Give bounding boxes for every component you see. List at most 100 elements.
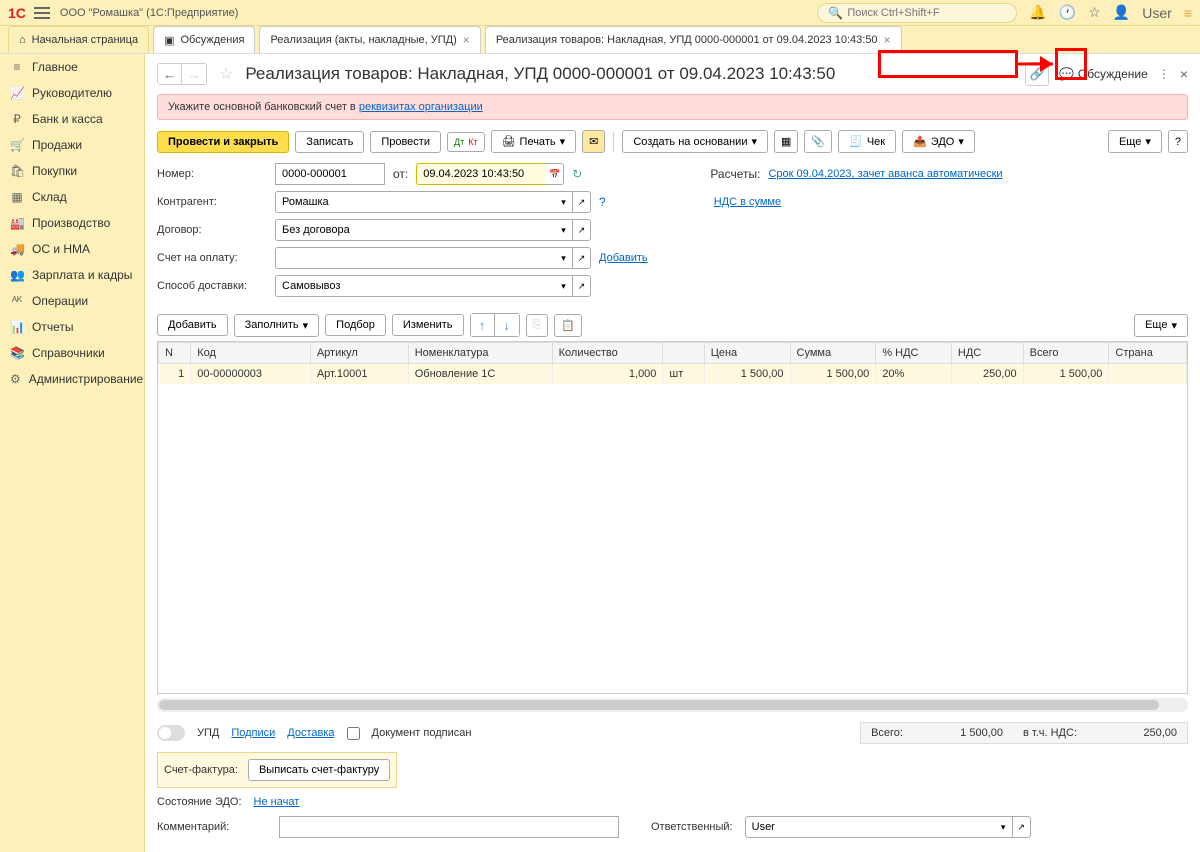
calendar-icon[interactable]: 📅: [546, 163, 564, 185]
mail-button[interactable]: ✉: [582, 130, 605, 153]
close-icon[interactable]: ×: [1180, 66, 1188, 82]
contract-input[interactable]: [275, 219, 555, 241]
sidebar-item[interactable]: 🛍Покупки: [0, 158, 144, 184]
edo-button[interactable]: 📤ЭДО ▾: [902, 130, 975, 153]
column-header[interactable]: Сумма: [790, 343, 876, 364]
favorite-icon[interactable]: ☆: [219, 64, 233, 84]
forward-button[interactable]: →: [182, 64, 206, 84]
dropdown-icon[interactable]: ▾: [555, 219, 573, 241]
tab-realizations[interactable]: Реализация (акты, накладные, УПД) ×: [259, 26, 480, 53]
column-header[interactable]: НДС: [951, 343, 1023, 364]
dropdown-icon[interactable]: ▾: [555, 247, 573, 269]
column-header[interactable]: Номенклатура: [408, 343, 552, 364]
tab-discussions[interactable]: ▣ Обсуждения: [153, 26, 255, 53]
nds-link[interactable]: НДС в сумме: [714, 196, 781, 208]
dropdown-icon[interactable]: ▾: [555, 191, 573, 213]
create-based-button[interactable]: Создать на основании ▾: [622, 130, 768, 153]
change-button[interactable]: Изменить: [392, 314, 464, 336]
tab-home[interactable]: ⌂ Начальная страница: [8, 26, 149, 53]
open-icon[interactable]: ↗: [573, 275, 591, 297]
open-icon[interactable]: ↗: [1013, 816, 1031, 838]
open-icon[interactable]: ↗: [573, 191, 591, 213]
signed-checkbox[interactable]: [347, 727, 360, 740]
move-up-button[interactable]: ↑: [471, 314, 495, 336]
user-name[interactable]: User: [1142, 5, 1172, 21]
sidebar-item[interactable]: ⚙Администрирование: [0, 366, 144, 392]
delivery-input[interactable]: [275, 275, 555, 297]
dropdown-icon[interactable]: ▾: [995, 816, 1013, 838]
move-down-button[interactable]: ↓: [495, 314, 519, 336]
calc-link[interactable]: Срок 09.04.2023, зачет аванса автоматиче…: [768, 168, 1002, 180]
sidebar-item[interactable]: 🛒Продажи: [0, 132, 144, 158]
sidebar-item[interactable]: 🚚ОС и НМА: [0, 236, 144, 262]
attach-button[interactable]: 📎: [804, 130, 832, 153]
signs-link[interactable]: Подписи: [231, 727, 275, 739]
search-input[interactable]: [847, 7, 1006, 19]
pick-button[interactable]: Подбор: [325, 314, 386, 336]
fill-button[interactable]: Заполнить ▾: [234, 314, 320, 337]
responsible-input[interactable]: [745, 816, 995, 838]
bell-icon[interactable]: 🔔: [1029, 4, 1046, 21]
history-icon[interactable]: 🕐: [1059, 4, 1076, 21]
horizontal-scrollbar[interactable]: [157, 698, 1188, 712]
sidebar-item[interactable]: ₽Банк и касса: [0, 106, 144, 132]
menu-icon[interactable]: ≡: [1184, 5, 1192, 21]
column-header[interactable]: Цена: [704, 343, 790, 364]
menu-icon[interactable]: [34, 7, 50, 19]
contragent-input[interactable]: [275, 191, 555, 213]
table-more-button[interactable]: Еще ▾: [1134, 314, 1188, 337]
column-header[interactable]: % НДС: [876, 343, 952, 364]
sidebar-item[interactable]: ▦Склад: [0, 184, 144, 210]
add-row-button[interactable]: Добавить: [157, 314, 228, 336]
post-close-button[interactable]: Провести и закрыть: [157, 131, 289, 153]
invoice-add-link[interactable]: Добавить: [599, 252, 648, 264]
warning-link[interactable]: реквизитах организации: [359, 101, 483, 113]
sidebar-item[interactable]: 📈Руководителю: [0, 80, 144, 106]
paste-button[interactable]: 📋: [554, 314, 582, 337]
column-header[interactable]: N: [159, 343, 191, 364]
column-header[interactable]: Артикул: [310, 343, 408, 364]
back-button[interactable]: ←: [158, 64, 182, 84]
user-icon[interactable]: 👤: [1113, 4, 1130, 21]
sidebar-item[interactable]: 🏭Производство: [0, 210, 144, 236]
comment-input[interactable]: [279, 816, 619, 838]
delivery-link[interactable]: Доставка: [287, 727, 334, 739]
more-icon[interactable]: ⋮: [1158, 67, 1170, 81]
info-icon[interactable]: ?: [599, 195, 606, 209]
close-icon[interactable]: ×: [884, 33, 891, 47]
post-button[interactable]: Провести: [370, 131, 441, 153]
invoice-input[interactable]: [275, 247, 555, 269]
print-button[interactable]: 🖨Печать ▾: [491, 130, 577, 153]
number-input[interactable]: [275, 163, 385, 185]
column-header[interactable]: Всего: [1023, 343, 1109, 364]
check-button[interactable]: 🧾Чек: [838, 130, 896, 153]
edo-state-link[interactable]: Не начат: [254, 796, 300, 808]
date-input[interactable]: [416, 163, 546, 185]
upd-toggle[interactable]: [157, 725, 185, 741]
open-icon[interactable]: ↗: [573, 219, 591, 241]
copy-button[interactable]: ⎘: [526, 314, 549, 337]
refresh-icon[interactable]: ↻: [572, 167, 582, 181]
sidebar-item[interactable]: 👥Зарплата и кадры: [0, 262, 144, 288]
column-header[interactable]: [663, 343, 704, 364]
grid[interactable]: NКодАртикулНоменклатураКоличество ЦенаСум…: [157, 341, 1188, 694]
dropdown-icon[interactable]: ▾: [555, 275, 573, 297]
more-button[interactable]: Еще ▾: [1108, 130, 1162, 153]
sidebar-item[interactable]: 📊Отчеты: [0, 314, 144, 340]
star-icon[interactable]: ☆: [1088, 4, 1101, 21]
dt-kt-button[interactable]: ДтКт: [447, 132, 485, 152]
sidebar-item[interactable]: 📚Справочники: [0, 340, 144, 366]
column-header[interactable]: Код: [191, 343, 311, 364]
open-icon[interactable]: ↗: [573, 247, 591, 269]
column-header[interactable]: Количество: [552, 343, 663, 364]
write-invoice-button[interactable]: Выписать счет-фактуру: [248, 759, 390, 781]
help-button[interactable]: ?: [1168, 130, 1188, 153]
sidebar-item[interactable]: ≡Главное: [0, 54, 144, 80]
close-icon[interactable]: ×: [463, 33, 470, 47]
table-row[interactable]: 1 00-00000003 Арт.10001 Обновление 1С 1,…: [159, 364, 1187, 385]
sidebar-item[interactable]: ᴬᴷОперации: [0, 288, 144, 314]
global-search[interactable]: 🔍: [817, 3, 1017, 23]
save-button[interactable]: Записать: [295, 131, 364, 153]
tab-document[interactable]: Реализация товаров: Накладная, УПД 0000-…: [485, 26, 902, 53]
related-button[interactable]: ▦: [774, 130, 798, 153]
